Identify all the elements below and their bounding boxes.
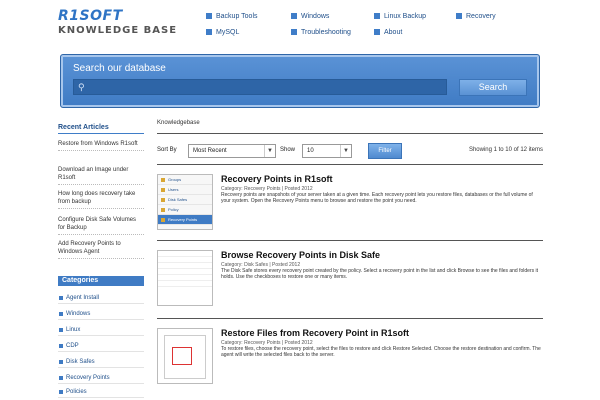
nav-label: Windows xyxy=(301,12,330,20)
recent-article-link[interactable]: Download an Image under R1soft xyxy=(58,166,144,185)
bullet-icon xyxy=(59,295,63,300)
divider xyxy=(157,240,543,241)
category-label: CDP xyxy=(66,342,79,349)
thumb-menu-item: Users xyxy=(158,185,212,195)
thumb-highlight xyxy=(172,347,192,365)
bullet-icon xyxy=(374,13,380,19)
divider xyxy=(157,164,543,165)
recent-article-link[interactable]: Configure Disk Safe Volumes for Backup xyxy=(58,216,144,235)
article-item: Restore Files from Recovery Point in R1s… xyxy=(157,328,543,392)
main-content: Knowledgebase Sort By Most Recent ▼ Show… xyxy=(157,116,543,400)
filter-button[interactable]: Filter xyxy=(368,143,402,159)
thumb-grid-row xyxy=(158,281,212,287)
categories-heading: Categories xyxy=(58,276,144,286)
breadcrumb[interactable]: Knowledgebase xyxy=(157,120,200,126)
logo-bottom-text: KNOWLEDGE BASE xyxy=(58,25,178,36)
nav-label: Backup Tools xyxy=(216,12,258,20)
bullet-icon xyxy=(59,327,63,332)
search-title: Search our database xyxy=(73,63,166,74)
search-button[interactable]: Search xyxy=(459,79,527,96)
bullet-icon xyxy=(59,389,63,394)
bullet-icon xyxy=(59,375,63,380)
category-item[interactable]: Windows xyxy=(58,308,144,320)
category-item[interactable]: Linux xyxy=(58,324,144,336)
category-item[interactable]: CDP xyxy=(58,340,144,352)
chevron-down-icon: ▼ xyxy=(264,145,275,157)
thumb-menu-item: Recovery Points xyxy=(158,215,212,225)
site-logo[interactable]: R1SOFT KNOWLEDGE BASE xyxy=(58,8,180,44)
sort-label: Sort By xyxy=(157,147,177,153)
search-panel: Search our database ⚲ Search xyxy=(60,54,540,108)
category-label: Recovery Points xyxy=(66,374,110,381)
category-item[interactable]: Agent Install xyxy=(58,292,144,304)
bullet-icon xyxy=(456,13,462,19)
article-thumbnail[interactable] xyxy=(157,328,213,384)
show-select[interactable]: 10 ▼ xyxy=(302,144,352,158)
nav-label: Troubleshooting xyxy=(301,28,351,36)
article-item: Groups Users Disk Safes Policy Recovery … xyxy=(157,174,543,238)
bullet-icon xyxy=(59,311,63,316)
page: R1SOFT KNOWLEDGE BASE Backup Tools Windo… xyxy=(0,0,600,400)
sort-value: Most Recent xyxy=(193,148,227,154)
recent-articles-heading: Recent Articles xyxy=(58,124,144,134)
divider xyxy=(157,133,543,134)
article-title[interactable]: Restore Files from Recovery Point in R1s… xyxy=(221,328,409,338)
category-item[interactable]: Policies xyxy=(58,386,144,398)
results-info: Showing 1 to 10 of 12 items xyxy=(468,147,543,153)
article-title[interactable]: Recovery Points in R1soft xyxy=(221,174,333,184)
article-excerpt: Recovery points are snapshots of your se… xyxy=(221,192,533,204)
article-thumbnail[interactable]: Groups Users Disk Safes Policy Recovery … xyxy=(157,174,213,230)
sidebar: Recent Articles Restore from Windows R1s… xyxy=(58,116,144,400)
category-label: Windows xyxy=(66,310,91,317)
article-item: Browse Recovery Points in Disk Safe Cate… xyxy=(157,250,543,314)
search-input[interactable] xyxy=(73,79,447,95)
bullet-icon xyxy=(206,13,212,19)
nav-item[interactable]: Backup Tools xyxy=(206,11,258,21)
thumb-menu-item: Disk Safes xyxy=(158,195,212,205)
category-item[interactable]: Disk Safes xyxy=(58,356,144,368)
nav-label: Recovery xyxy=(466,12,496,20)
article-title[interactable]: Browse Recovery Points in Disk Safe xyxy=(221,250,380,260)
show-value: 10 xyxy=(307,148,314,154)
nav-item[interactable]: MySQL xyxy=(206,27,239,37)
nav-item[interactable]: Windows xyxy=(291,11,329,21)
nav-label: About xyxy=(384,28,403,36)
bullet-icon xyxy=(374,29,380,35)
thumb-menu-item: Groups xyxy=(158,175,212,185)
bullet-icon xyxy=(59,359,63,364)
article-excerpt: The Disk Safe stores every recovery poin… xyxy=(221,268,539,280)
chevron-down-icon: ▼ xyxy=(340,145,351,157)
nav-item[interactable]: Linux Backup xyxy=(374,11,426,21)
logo-top-text: R1SOFT xyxy=(58,8,123,24)
nav-label: MySQL xyxy=(216,28,240,36)
sort-select[interactable]: Most Recent ▼ xyxy=(188,144,276,158)
recent-article-link[interactable]: How long does recovery take from backup xyxy=(58,190,144,209)
filter-bar: Sort By Most Recent ▼ Show 10 ▼ Filter S… xyxy=(157,143,543,159)
top-nav: Backup Tools Windows Linux Backup Recove… xyxy=(206,9,596,39)
recent-article-link[interactable]: Restore from Windows R1soft xyxy=(58,140,144,151)
search-icon: ⚲ xyxy=(78,82,85,92)
nav-item[interactable]: Troubleshooting xyxy=(291,27,351,37)
nav-item[interactable]: About xyxy=(374,27,402,37)
nav-label: Linux Backup xyxy=(384,12,427,20)
category-label: Disk Safes xyxy=(66,358,95,365)
bullet-icon xyxy=(291,29,297,35)
recent-article-link[interactable]: Add Recovery Points to Windows Agent xyxy=(58,240,144,259)
category-label: Policies xyxy=(66,388,87,395)
thumb-menu-item: Policy xyxy=(158,205,212,215)
bullet-icon xyxy=(206,29,212,35)
bullet-icon xyxy=(291,13,297,19)
divider xyxy=(157,318,543,319)
article-thumbnail[interactable] xyxy=(157,250,213,306)
category-item[interactable]: Recovery Points xyxy=(58,372,144,384)
category-label: Agent Install xyxy=(66,294,100,301)
nav-item[interactable]: Recovery xyxy=(456,11,496,21)
article-excerpt: To restore files, choose the recovery po… xyxy=(221,346,541,358)
category-label: Linux xyxy=(66,326,81,333)
show-label: Show xyxy=(280,147,296,153)
bullet-icon xyxy=(59,343,63,348)
